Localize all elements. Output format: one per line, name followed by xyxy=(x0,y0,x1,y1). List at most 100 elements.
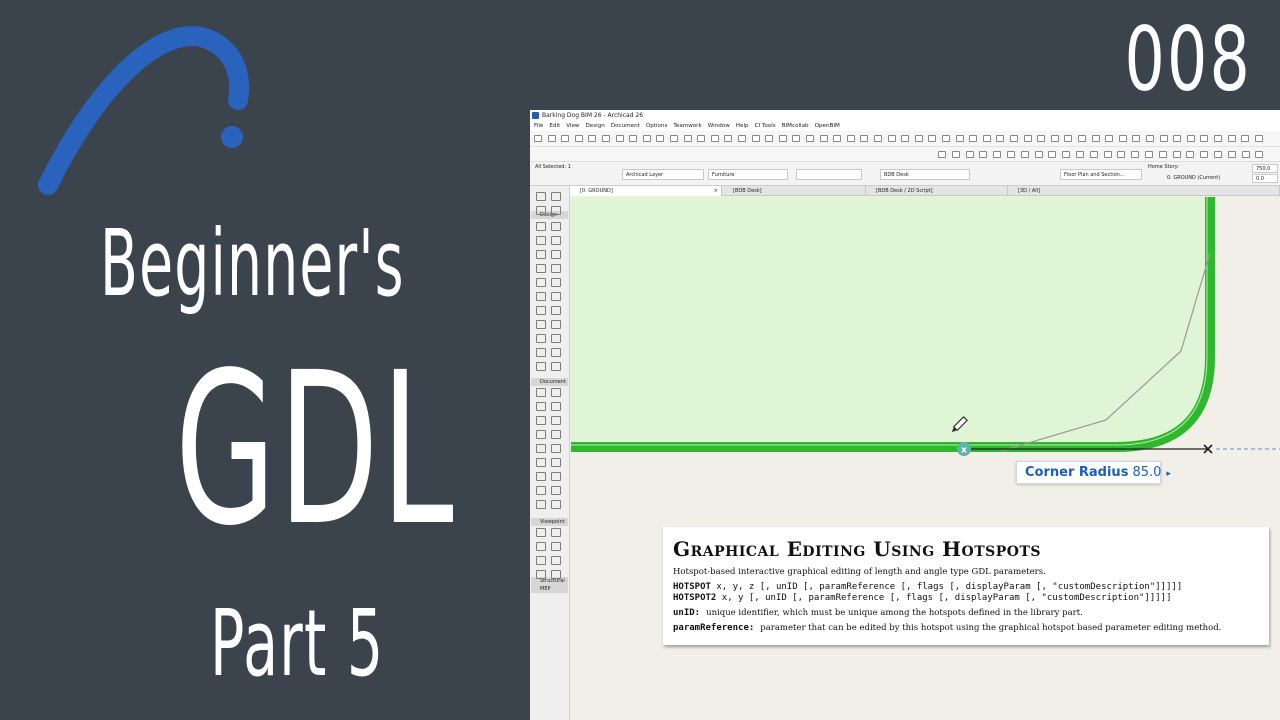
railing-icon[interactable] xyxy=(551,264,561,273)
polyline-icon[interactable] xyxy=(536,334,546,343)
toolbar-button-icon[interactable] xyxy=(1158,151,1167,158)
toolbar-button-icon[interactable] xyxy=(534,135,542,142)
menu-item-design[interactable]: Design xyxy=(586,121,605,131)
menu-item-bimcollab[interactable]: BIMcollab xyxy=(782,121,809,131)
toolbar-button-icon[interactable] xyxy=(778,135,787,142)
toolbar-button-icon[interactable] xyxy=(547,135,556,142)
toolbar-button-icon[interactable] xyxy=(588,135,597,142)
corner-radius-value[interactable]: 85.0 xyxy=(1132,465,1161,480)
toolbar-button-icon[interactable] xyxy=(901,135,910,142)
layer-field[interactable]: Archicad Layer xyxy=(622,169,704,180)
toolbar-button-icon[interactable] xyxy=(629,135,638,142)
toolbar-button-icon[interactable] xyxy=(670,135,678,142)
toolbar-button-icon[interactable] xyxy=(914,135,923,142)
beam-icon[interactable] xyxy=(536,402,546,411)
stair-icon[interactable] xyxy=(536,264,546,273)
zone-icon[interactable] xyxy=(551,458,561,467)
toolbar-button-icon[interactable] xyxy=(1117,151,1126,158)
toolbar-button-icon[interactable] xyxy=(806,135,814,142)
corner-radius-arrow-icon[interactable]: ▸ xyxy=(1166,469,1171,479)
marquee-icon[interactable] xyxy=(551,362,561,371)
elevation-field-1[interactable]: 750.0 xyxy=(1252,164,1278,173)
camera-icon[interactable] xyxy=(551,542,561,551)
arrow-icon[interactable] xyxy=(536,556,546,565)
toolbar-button-icon[interactable] xyxy=(955,135,964,142)
menu-item-ci-tools[interactable]: CI Tools xyxy=(755,121,776,131)
toolbar-button-icon[interactable] xyxy=(1186,151,1195,158)
dimension-icon[interactable] xyxy=(536,472,546,481)
label-icon[interactable] xyxy=(551,486,561,495)
fill-icon[interactable] xyxy=(551,528,561,537)
menu-item-view[interactable]: View xyxy=(566,121,579,131)
toolbar-button-icon[interactable] xyxy=(1091,135,1100,142)
toolbox-section-viewpoint[interactable]: Viewpoint xyxy=(531,518,568,526)
toolbar-button-icon[interactable] xyxy=(887,135,896,142)
marquee-icon[interactable] xyxy=(551,192,561,201)
toolbar-button-icon[interactable] xyxy=(1078,135,1086,142)
slab-icon[interactable] xyxy=(536,250,546,259)
toolbar-button-icon[interactable] xyxy=(928,135,937,142)
wall-icon[interactable] xyxy=(536,388,546,397)
roof-icon[interactable] xyxy=(551,250,561,259)
mesh-icon[interactable] xyxy=(536,278,546,287)
stair-icon[interactable] xyxy=(536,444,546,453)
corner-radius-tooltip[interactable]: Corner Radius 85.0 ▸ xyxy=(1016,461,1171,484)
toolbar-button-icon[interactable] xyxy=(833,135,842,142)
toolbar-button-icon[interactable] xyxy=(938,151,946,158)
toolbar-button-icon[interactable] xyxy=(1159,135,1168,142)
toolbar-button-icon[interactable] xyxy=(1254,135,1263,142)
toolbar-button-icon[interactable] xyxy=(846,135,855,142)
fill-icon[interactable] xyxy=(551,334,561,343)
toolbar-button-icon[interactable] xyxy=(710,135,719,142)
toolbox-section-mep[interactable]: MEP xyxy=(531,585,568,593)
category-field[interactable]: Furniture xyxy=(708,169,788,180)
toolbar-button-icon[interactable] xyxy=(602,135,610,142)
window-icon[interactable] xyxy=(551,222,561,231)
tab-ground[interactable]: [0. GROUND] × xyxy=(570,186,722,196)
toolbar-button-icon[interactable] xyxy=(751,135,760,142)
home-story-value[interactable]: 0. GROUND (Current) xyxy=(1167,175,1220,181)
railing-icon[interactable] xyxy=(551,444,561,453)
toolbar-button-icon[interactable] xyxy=(765,135,774,142)
toolbar-button-icon[interactable] xyxy=(951,151,960,158)
figure-icon[interactable] xyxy=(536,542,546,551)
column-icon[interactable] xyxy=(551,206,561,215)
wall-icon[interactable] xyxy=(536,206,546,215)
menu-item-window[interactable]: Window xyxy=(708,121,730,131)
toolbar-button-icon[interactable] xyxy=(1118,135,1127,142)
menu-item-teamwork[interactable]: Teamwork xyxy=(673,121,701,131)
toolbar-button-icon[interactable] xyxy=(1241,151,1250,158)
toolbar-button-icon[interactable] xyxy=(724,135,733,142)
toolbar-button-icon[interactable] xyxy=(819,135,828,142)
text-icon[interactable] xyxy=(536,306,546,315)
level-icon[interactable] xyxy=(551,292,561,301)
toolbar-button-icon[interactable] xyxy=(1172,151,1181,158)
toolbar-button-icon[interactable] xyxy=(1173,135,1182,142)
toolbar-button-icon[interactable] xyxy=(1010,135,1018,142)
toolbar-button-icon[interactable] xyxy=(1050,135,1059,142)
object-icon[interactable] xyxy=(551,416,561,425)
menu-item-openbim[interactable]: OpenBIM xyxy=(815,121,840,131)
toolbar-button-icon[interactable] xyxy=(1146,135,1154,142)
menu-item-options[interactable]: Options xyxy=(646,121,668,131)
toolbar-button-icon[interactable] xyxy=(615,135,624,142)
object-icon[interactable] xyxy=(551,236,561,245)
door-icon[interactable] xyxy=(536,416,546,425)
toolbar-button-icon[interactable] xyxy=(1131,151,1140,158)
toolbar-button-icon[interactable] xyxy=(738,135,746,142)
level-icon[interactable] xyxy=(551,472,561,481)
toolbar-button-icon[interactable] xyxy=(574,135,583,142)
toolbar-button-icon[interactable] xyxy=(942,135,950,142)
arrow-icon[interactable] xyxy=(536,192,546,201)
object-name-field[interactable]: BDB Desk xyxy=(880,169,970,180)
arrow-icon[interactable] xyxy=(536,362,546,371)
column-icon[interactable] xyxy=(551,388,561,397)
toolbar-button-icon[interactable] xyxy=(642,135,651,142)
text-icon[interactable] xyxy=(536,486,546,495)
toolbar-button-icon[interactable] xyxy=(965,151,974,158)
mesh-icon[interactable] xyxy=(536,458,546,467)
toolbar-button-icon[interactable] xyxy=(979,151,988,158)
close-icon[interactable]: × xyxy=(714,186,718,196)
toolbar-button-icon[interactable] xyxy=(1048,151,1057,158)
tab-2d-script[interactable]: [BDB Desk / 2D Script] xyxy=(866,186,1008,196)
